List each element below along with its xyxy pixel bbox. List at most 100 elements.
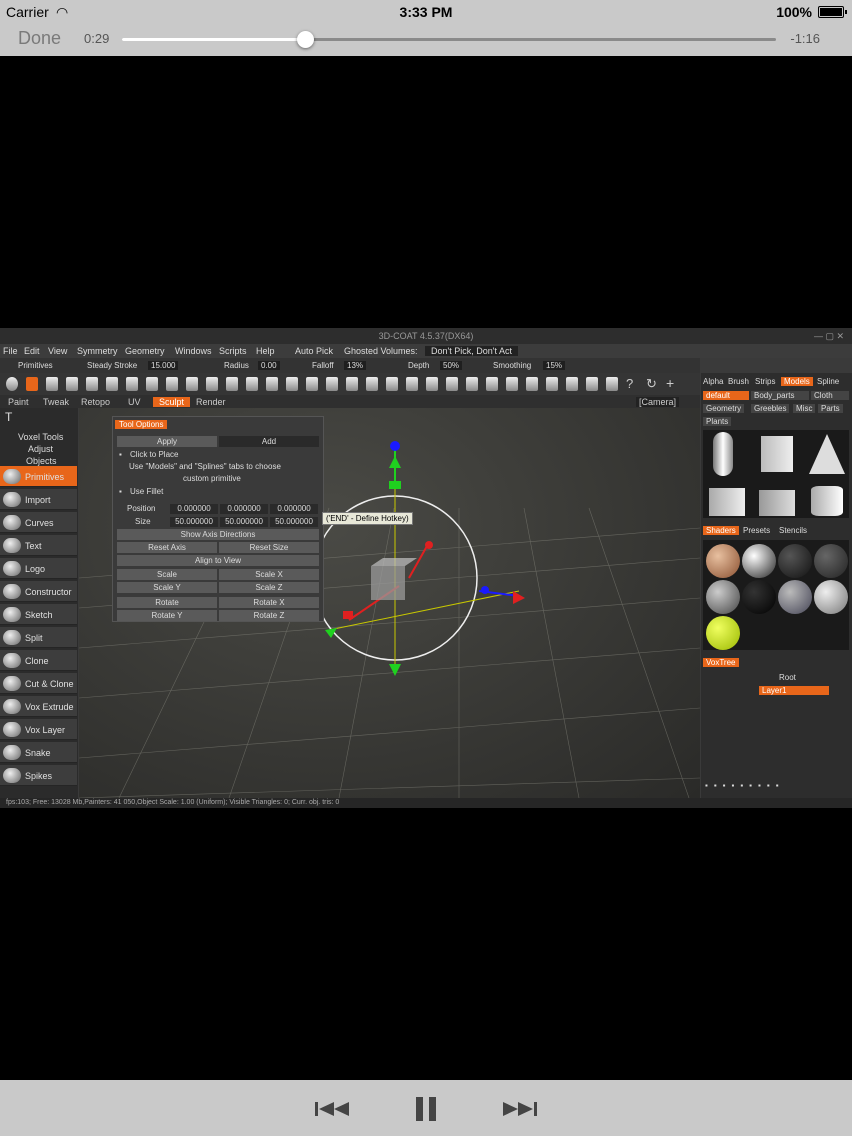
depth-value[interactable]: 50% — [440, 361, 463, 370]
done-button[interactable]: Done — [18, 28, 61, 49]
shader-white[interactable] — [814, 580, 848, 614]
tab-brush[interactable]: Brush — [728, 377, 749, 386]
z-handle[interactable] — [425, 541, 433, 549]
tool-import[interactable]: Import — [0, 489, 77, 510]
shader-black[interactable] — [742, 580, 776, 614]
tab-voxtree[interactable]: VoxTree — [703, 658, 739, 667]
model-tab-greebles[interactable]: Greebles — [751, 404, 790, 413]
torus-icon[interactable] — [246, 377, 258, 391]
capsule-icon[interactable] — [86, 377, 98, 391]
tool-logo[interactable]: Logo — [0, 558, 77, 579]
scale-y-button[interactable]: Scale Y — [117, 582, 217, 593]
tool-snake[interactable]: Snake — [0, 742, 77, 763]
menu-geometry[interactable]: Geometry — [125, 346, 165, 356]
tool-cut-clone[interactable]: Cut & Clone — [0, 673, 77, 694]
align-to-view-button[interactable]: Align to View — [117, 555, 319, 566]
cube-icon[interactable] — [26, 377, 38, 391]
use-fillet-checkbox[interactable]: ▪ — [119, 487, 122, 496]
size-z[interactable]: 50.000000 — [270, 517, 318, 527]
position-y[interactable]: 0.000000 — [220, 504, 268, 514]
tool-vox-layer[interactable]: Vox Layer — [0, 719, 77, 740]
radius-value[interactable]: 0.00 — [258, 361, 280, 370]
y-arrow-down[interactable] — [389, 664, 401, 676]
box-icon[interactable] — [406, 377, 418, 391]
prism-icon[interactable] — [446, 377, 458, 391]
scale-button[interactable]: Scale — [117, 569, 217, 580]
spiral-icon[interactable] — [266, 377, 278, 391]
video-frame[interactable]: 3D-COAT 4.5.37(DX64) — ▢ ✕ File Edit View… — [0, 328, 852, 808]
scale-z-button[interactable]: Scale Z — [219, 582, 319, 593]
x-handle[interactable] — [481, 586, 489, 594]
rotate-button[interactable]: Rotate — [117, 597, 217, 608]
auto-pick-toggle[interactable]: Auto Pick — [295, 346, 333, 356]
size-x[interactable]: 50.000000 — [170, 517, 218, 527]
adjust-header[interactable]: Adjust — [28, 444, 53, 454]
x-arrow-head[interactable] — [513, 591, 525, 604]
tool-text[interactable]: Text — [0, 535, 77, 556]
cylinder-icon[interactable] — [46, 377, 58, 391]
frame-icon[interactable] — [426, 377, 438, 391]
tab-sculpt[interactable]: Sculpt — [153, 397, 191, 407]
reset-size-button[interactable]: Reset Size — [219, 542, 319, 553]
shader-chrome[interactable] — [706, 580, 740, 614]
box-model[interactable] — [761, 436, 793, 472]
menu-help[interactable]: Help — [256, 346, 275, 356]
model-tab-default[interactable]: default — [703, 391, 749, 400]
position-x[interactable]: 0.000000 — [170, 504, 218, 514]
primitive-cube[interactable] — [371, 566, 405, 600]
tool-spikes[interactable]: Spikes — [0, 765, 77, 786]
gear-icon[interactable] — [146, 377, 158, 391]
ngon-icon[interactable] — [126, 377, 138, 391]
cylinder-cap-icon[interactable] — [546, 377, 558, 391]
shader-env[interactable] — [778, 580, 812, 614]
shader-skin[interactable] — [706, 544, 740, 578]
camera-select[interactable]: [Camera] — [636, 397, 680, 407]
tab-render[interactable]: Render — [196, 397, 226, 407]
fast-forward-icon[interactable] — [500, 1095, 540, 1123]
menu-windows[interactable]: Windows — [175, 346, 212, 356]
ellipse-flat-icon[interactable] — [586, 377, 598, 391]
model-tab-parts[interactable]: Parts — [818, 404, 843, 413]
column-icon[interactable] — [326, 377, 338, 391]
wedge-icon[interactable] — [526, 377, 538, 391]
spring-icon[interactable] — [306, 377, 318, 391]
tab-spline[interactable]: Spline — [817, 377, 839, 386]
shader-metal[interactable] — [814, 544, 848, 578]
rotate-z-button[interactable]: Rotate Z — [219, 610, 319, 621]
ellipse-icon[interactable] — [186, 377, 198, 391]
z-move-handle[interactable] — [343, 611, 353, 619]
tool-sketch[interactable]: Sketch — [0, 604, 77, 625]
reload-icon[interactable]: ↻ — [646, 376, 657, 392]
shader-dark[interactable] — [778, 544, 812, 578]
tab-alpha[interactable]: Alpha — [703, 377, 723, 386]
tool-constructor[interactable]: Constructor — [0, 581, 77, 602]
apply-button[interactable]: Apply — [117, 436, 217, 447]
voxtree-tools-icon[interactable]: ▪▪▪▪▪▪▪▪▪ — [705, 781, 785, 790]
add-icon[interactable]: + — [666, 375, 674, 391]
tool-split[interactable]: Split — [0, 627, 77, 648]
lens-icon[interactable] — [486, 377, 498, 391]
text-tool-icon[interactable]: T — [5, 410, 12, 424]
tool-clone[interactable]: Clone — [0, 650, 77, 671]
steady-stroke-value[interactable]: 15.000 — [148, 361, 179, 370]
y-handle[interactable] — [390, 441, 400, 451]
menu-edit[interactable]: Edit — [24, 346, 40, 356]
y-move-handle[interactable] — [389, 481, 401, 489]
tab-models[interactable]: Models — [781, 377, 813, 386]
capsule-model[interactable] — [713, 432, 733, 476]
diamond-icon[interactable] — [566, 377, 578, 391]
nail-icon[interactable] — [366, 377, 378, 391]
tab-stencils[interactable]: Stencils — [779, 526, 807, 535]
tab-tweak[interactable]: Tweak — [43, 397, 69, 407]
tab-retopo[interactable]: Retopo — [81, 397, 110, 407]
voxtree-root[interactable]: Root — [779, 673, 796, 682]
model-tab-plants[interactable]: Plants — [703, 417, 732, 426]
position-z[interactable]: 0.000000 — [270, 504, 318, 514]
cone-icon[interactable] — [66, 377, 78, 391]
model-tab-cloth[interactable]: Cloth — [811, 391, 849, 400]
tool-vox-extrude[interactable]: Vox Extrude — [0, 696, 77, 717]
tab-strips[interactable]: Strips — [755, 377, 775, 386]
hollow-box-icon[interactable] — [466, 377, 478, 391]
ring-icon[interactable] — [226, 377, 238, 391]
model-tab-geometry[interactable]: Geometry — [703, 404, 745, 413]
